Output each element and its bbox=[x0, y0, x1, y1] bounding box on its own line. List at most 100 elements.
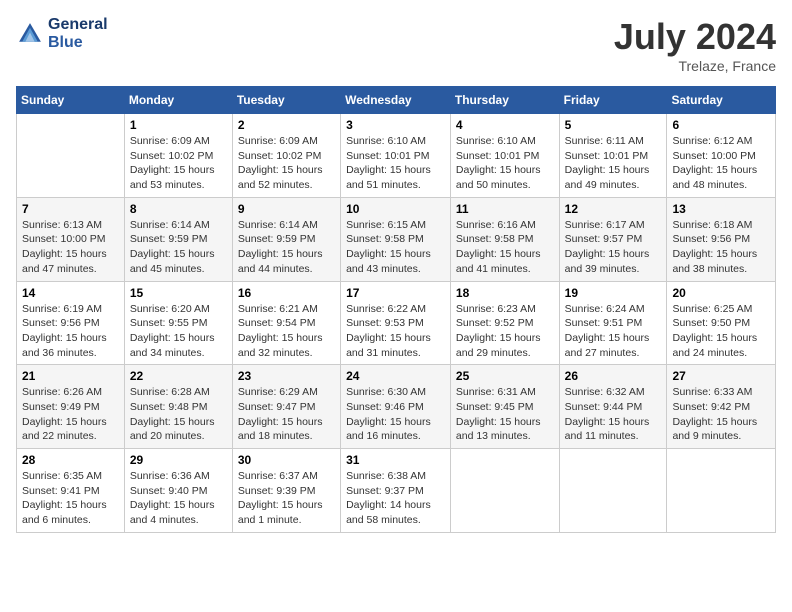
day-of-week-header: Saturday bbox=[667, 87, 776, 114]
day-info: Sunrise: 6:38 AM Sunset: 9:37 PM Dayligh… bbox=[346, 469, 445, 528]
day-info: Sunrise: 6:25 AM Sunset: 9:50 PM Dayligh… bbox=[672, 302, 770, 361]
day-info: Sunrise: 6:37 AM Sunset: 9:39 PM Dayligh… bbox=[238, 469, 335, 528]
calendar-cell: 6Sunrise: 6:12 AM Sunset: 10:00 PM Dayli… bbox=[667, 114, 776, 198]
calendar-cell: 25Sunrise: 6:31 AM Sunset: 9:45 PM Dayli… bbox=[450, 365, 559, 449]
day-info: Sunrise: 6:29 AM Sunset: 9:47 PM Dayligh… bbox=[238, 385, 335, 444]
day-number: 22 bbox=[130, 369, 227, 383]
day-of-week-header: Monday bbox=[124, 87, 232, 114]
day-number: 4 bbox=[456, 118, 554, 132]
calendar-cell: 29Sunrise: 6:36 AM Sunset: 9:40 PM Dayli… bbox=[124, 449, 232, 533]
day-number: 8 bbox=[130, 202, 227, 216]
day-number: 30 bbox=[238, 453, 335, 467]
calendar-cell bbox=[667, 449, 776, 533]
day-info: Sunrise: 6:09 AM Sunset: 10:02 PM Daylig… bbox=[130, 134, 227, 193]
calendar-cell: 13Sunrise: 6:18 AM Sunset: 9:56 PM Dayli… bbox=[667, 197, 776, 281]
day-number: 20 bbox=[672, 286, 770, 300]
calendar-cell: 22Sunrise: 6:28 AM Sunset: 9:48 PM Dayli… bbox=[124, 365, 232, 449]
day-number: 7 bbox=[22, 202, 119, 216]
calendar-cell: 2 Sunrise: 6:09 AM Sunset: 10:02 PM Dayli… bbox=[232, 114, 340, 198]
day-number: 3 bbox=[346, 118, 445, 132]
day-info: Sunrise: 6:31 AM Sunset: 9:45 PM Dayligh… bbox=[456, 385, 554, 444]
calendar-week-row: 7 Sunrise: 6:13 AM Sunset: 10:00 PM Dayli… bbox=[17, 197, 776, 281]
day-number: 13 bbox=[672, 202, 770, 216]
day-number: 28 bbox=[22, 453, 119, 467]
calendar-cell: 18 Sunrise: 6:23 AM Sunset: 9:52 PM Dayli… bbox=[450, 281, 559, 365]
calendar-cell: 8 Sunrise: 6:14 AM Sunset: 9:59 PM Daylig… bbox=[124, 197, 232, 281]
day-info: Sunrise: 6:26 AM Sunset: 9:49 PM Dayligh… bbox=[22, 385, 119, 444]
day-number: 5 bbox=[565, 118, 662, 132]
day-number: 14 bbox=[22, 286, 119, 300]
day-number: 23 bbox=[238, 369, 335, 383]
day-number: 17 bbox=[346, 286, 445, 300]
calendar-cell: 19 Sunrise: 6:24 AM Sunset: 9:51 PM Dayli… bbox=[559, 281, 667, 365]
calendar-table: SundayMondayTuesdayWednesdayThursdayFrid… bbox=[16, 86, 776, 533]
day-info: Sunrise: 6:17 AM Sunset: 9:57 PM Dayligh… bbox=[565, 218, 662, 277]
calendar-week-row: 28 Sunrise: 6:35 AM Sunset: 9:41 PM Dayli… bbox=[17, 449, 776, 533]
calendar-cell: 1 Sunrise: 6:09 AM Sunset: 10:02 PM Dayli… bbox=[124, 114, 232, 198]
calendar-cell: 20 Sunrise: 6:25 AM Sunset: 9:50 PM Dayli… bbox=[667, 281, 776, 365]
logo: General Blue bbox=[16, 16, 108, 51]
day-info: Sunrise: 6:14 AM Sunset: 9:59 PM Dayligh… bbox=[238, 218, 335, 277]
day-info: Sunrise: 6:33 AM Sunset: 9:42 PM Dayligh… bbox=[672, 385, 770, 444]
day-number: 1 bbox=[130, 118, 227, 132]
day-number: 19 bbox=[565, 286, 662, 300]
day-of-week-header: Thursday bbox=[450, 87, 559, 114]
day-info: Sunrise: 6:19 AM Sunset: 9:56 PM Dayligh… bbox=[22, 302, 119, 361]
calendar-week-row: 1 Sunrise: 6:09 AM Sunset: 10:02 PM Dayli… bbox=[17, 114, 776, 198]
calendar-cell: 23 Sunrise: 6:29 AM Sunset: 9:47 PM Dayli… bbox=[232, 365, 340, 449]
day-info: Sunrise: 6:15 AM Sunset: 9:58 PM Dayligh… bbox=[346, 218, 445, 277]
day-info: Sunrise: 6:10 AM Sunset: 10:01 PM Daylig… bbox=[346, 134, 445, 193]
day-info: Sunrise: 6:09 AM Sunset: 10:02 PM Daylig… bbox=[238, 134, 335, 193]
calendar-cell: 10Sunrise: 6:15 AM Sunset: 9:58 PM Dayli… bbox=[341, 197, 451, 281]
day-number: 24 bbox=[346, 369, 445, 383]
logo-text: General Blue bbox=[48, 16, 108, 51]
day-info: Sunrise: 6:13 AM Sunset: 10:00 PM Daylig… bbox=[22, 218, 119, 277]
day-of-week-header: Sunday bbox=[17, 87, 125, 114]
calendar-cell bbox=[559, 449, 667, 533]
calendar-week-row: 14 Sunrise: 6:19 AM Sunset: 9:56 PM Dayli… bbox=[17, 281, 776, 365]
calendar-cell: 17 Sunrise: 6:22 AM Sunset: 9:53 PM Dayli… bbox=[341, 281, 451, 365]
day-number: 29 bbox=[130, 453, 227, 467]
day-number: 9 bbox=[238, 202, 335, 216]
calendar-cell bbox=[17, 114, 125, 198]
calendar-cell: 26 Sunrise: 6:32 AM Sunset: 9:44 PM Dayli… bbox=[559, 365, 667, 449]
day-number: 21 bbox=[22, 369, 119, 383]
calendar-cell: 7 Sunrise: 6:13 AM Sunset: 10:00 PM Dayli… bbox=[17, 197, 125, 281]
calendar-cell: 30 Sunrise: 6:37 AM Sunset: 9:39 PM Dayli… bbox=[232, 449, 340, 533]
calendar-cell: 3 Sunrise: 6:10 AM Sunset: 10:01 PM Dayli… bbox=[341, 114, 451, 198]
logo-icon bbox=[16, 20, 44, 48]
calendar-cell: 28 Sunrise: 6:35 AM Sunset: 9:41 PM Dayli… bbox=[17, 449, 125, 533]
calendar-cell: 12 Sunrise: 6:17 AM Sunset: 9:57 PM Dayli… bbox=[559, 197, 667, 281]
day-number: 2 bbox=[238, 118, 335, 132]
day-info: Sunrise: 6:23 AM Sunset: 9:52 PM Dayligh… bbox=[456, 302, 554, 361]
day-info: Sunrise: 6:20 AM Sunset: 9:55 PM Dayligh… bbox=[130, 302, 227, 361]
day-number: 18 bbox=[456, 286, 554, 300]
day-number: 12 bbox=[565, 202, 662, 216]
day-of-week-header: Tuesday bbox=[232, 87, 340, 114]
day-info: Sunrise: 6:22 AM Sunset: 9:53 PM Dayligh… bbox=[346, 302, 445, 361]
calendar-cell: 9 Sunrise: 6:14 AM Sunset: 9:59 PM Daylig… bbox=[232, 197, 340, 281]
day-number: 26 bbox=[565, 369, 662, 383]
calendar-header-row: SundayMondayTuesdayWednesdayThursdayFrid… bbox=[17, 87, 776, 114]
day-number: 6 bbox=[672, 118, 770, 132]
day-number: 27 bbox=[672, 369, 770, 383]
month-title: July 2024 bbox=[614, 16, 776, 58]
day-info: Sunrise: 6:32 AM Sunset: 9:44 PM Dayligh… bbox=[565, 385, 662, 444]
day-info: Sunrise: 6:35 AM Sunset: 9:41 PM Dayligh… bbox=[22, 469, 119, 528]
calendar-cell: 21 Sunrise: 6:26 AM Sunset: 9:49 PM Dayli… bbox=[17, 365, 125, 449]
calendar-cell: 14 Sunrise: 6:19 AM Sunset: 9:56 PM Dayli… bbox=[17, 281, 125, 365]
page-header: General Blue July 2024 Trelaze, France bbox=[16, 16, 776, 74]
calendar-cell bbox=[450, 449, 559, 533]
day-of-week-header: Wednesday bbox=[341, 87, 451, 114]
day-info: Sunrise: 6:21 AM Sunset: 9:54 PM Dayligh… bbox=[238, 302, 335, 361]
calendar-week-row: 21 Sunrise: 6:26 AM Sunset: 9:49 PM Dayli… bbox=[17, 365, 776, 449]
day-info: Sunrise: 6:14 AM Sunset: 9:59 PM Dayligh… bbox=[130, 218, 227, 277]
day-number: 11 bbox=[456, 202, 554, 216]
calendar-cell: 5Sunrise: 6:11 AM Sunset: 10:01 PM Dayli… bbox=[559, 114, 667, 198]
calendar-cell: 24Sunrise: 6:30 AM Sunset: 9:46 PM Dayli… bbox=[341, 365, 451, 449]
day-number: 15 bbox=[130, 286, 227, 300]
day-info: Sunrise: 6:24 AM Sunset: 9:51 PM Dayligh… bbox=[565, 302, 662, 361]
day-of-week-header: Friday bbox=[559, 87, 667, 114]
day-number: 16 bbox=[238, 286, 335, 300]
calendar-cell: 16 Sunrise: 6:21 AM Sunset: 9:54 PM Dayli… bbox=[232, 281, 340, 365]
